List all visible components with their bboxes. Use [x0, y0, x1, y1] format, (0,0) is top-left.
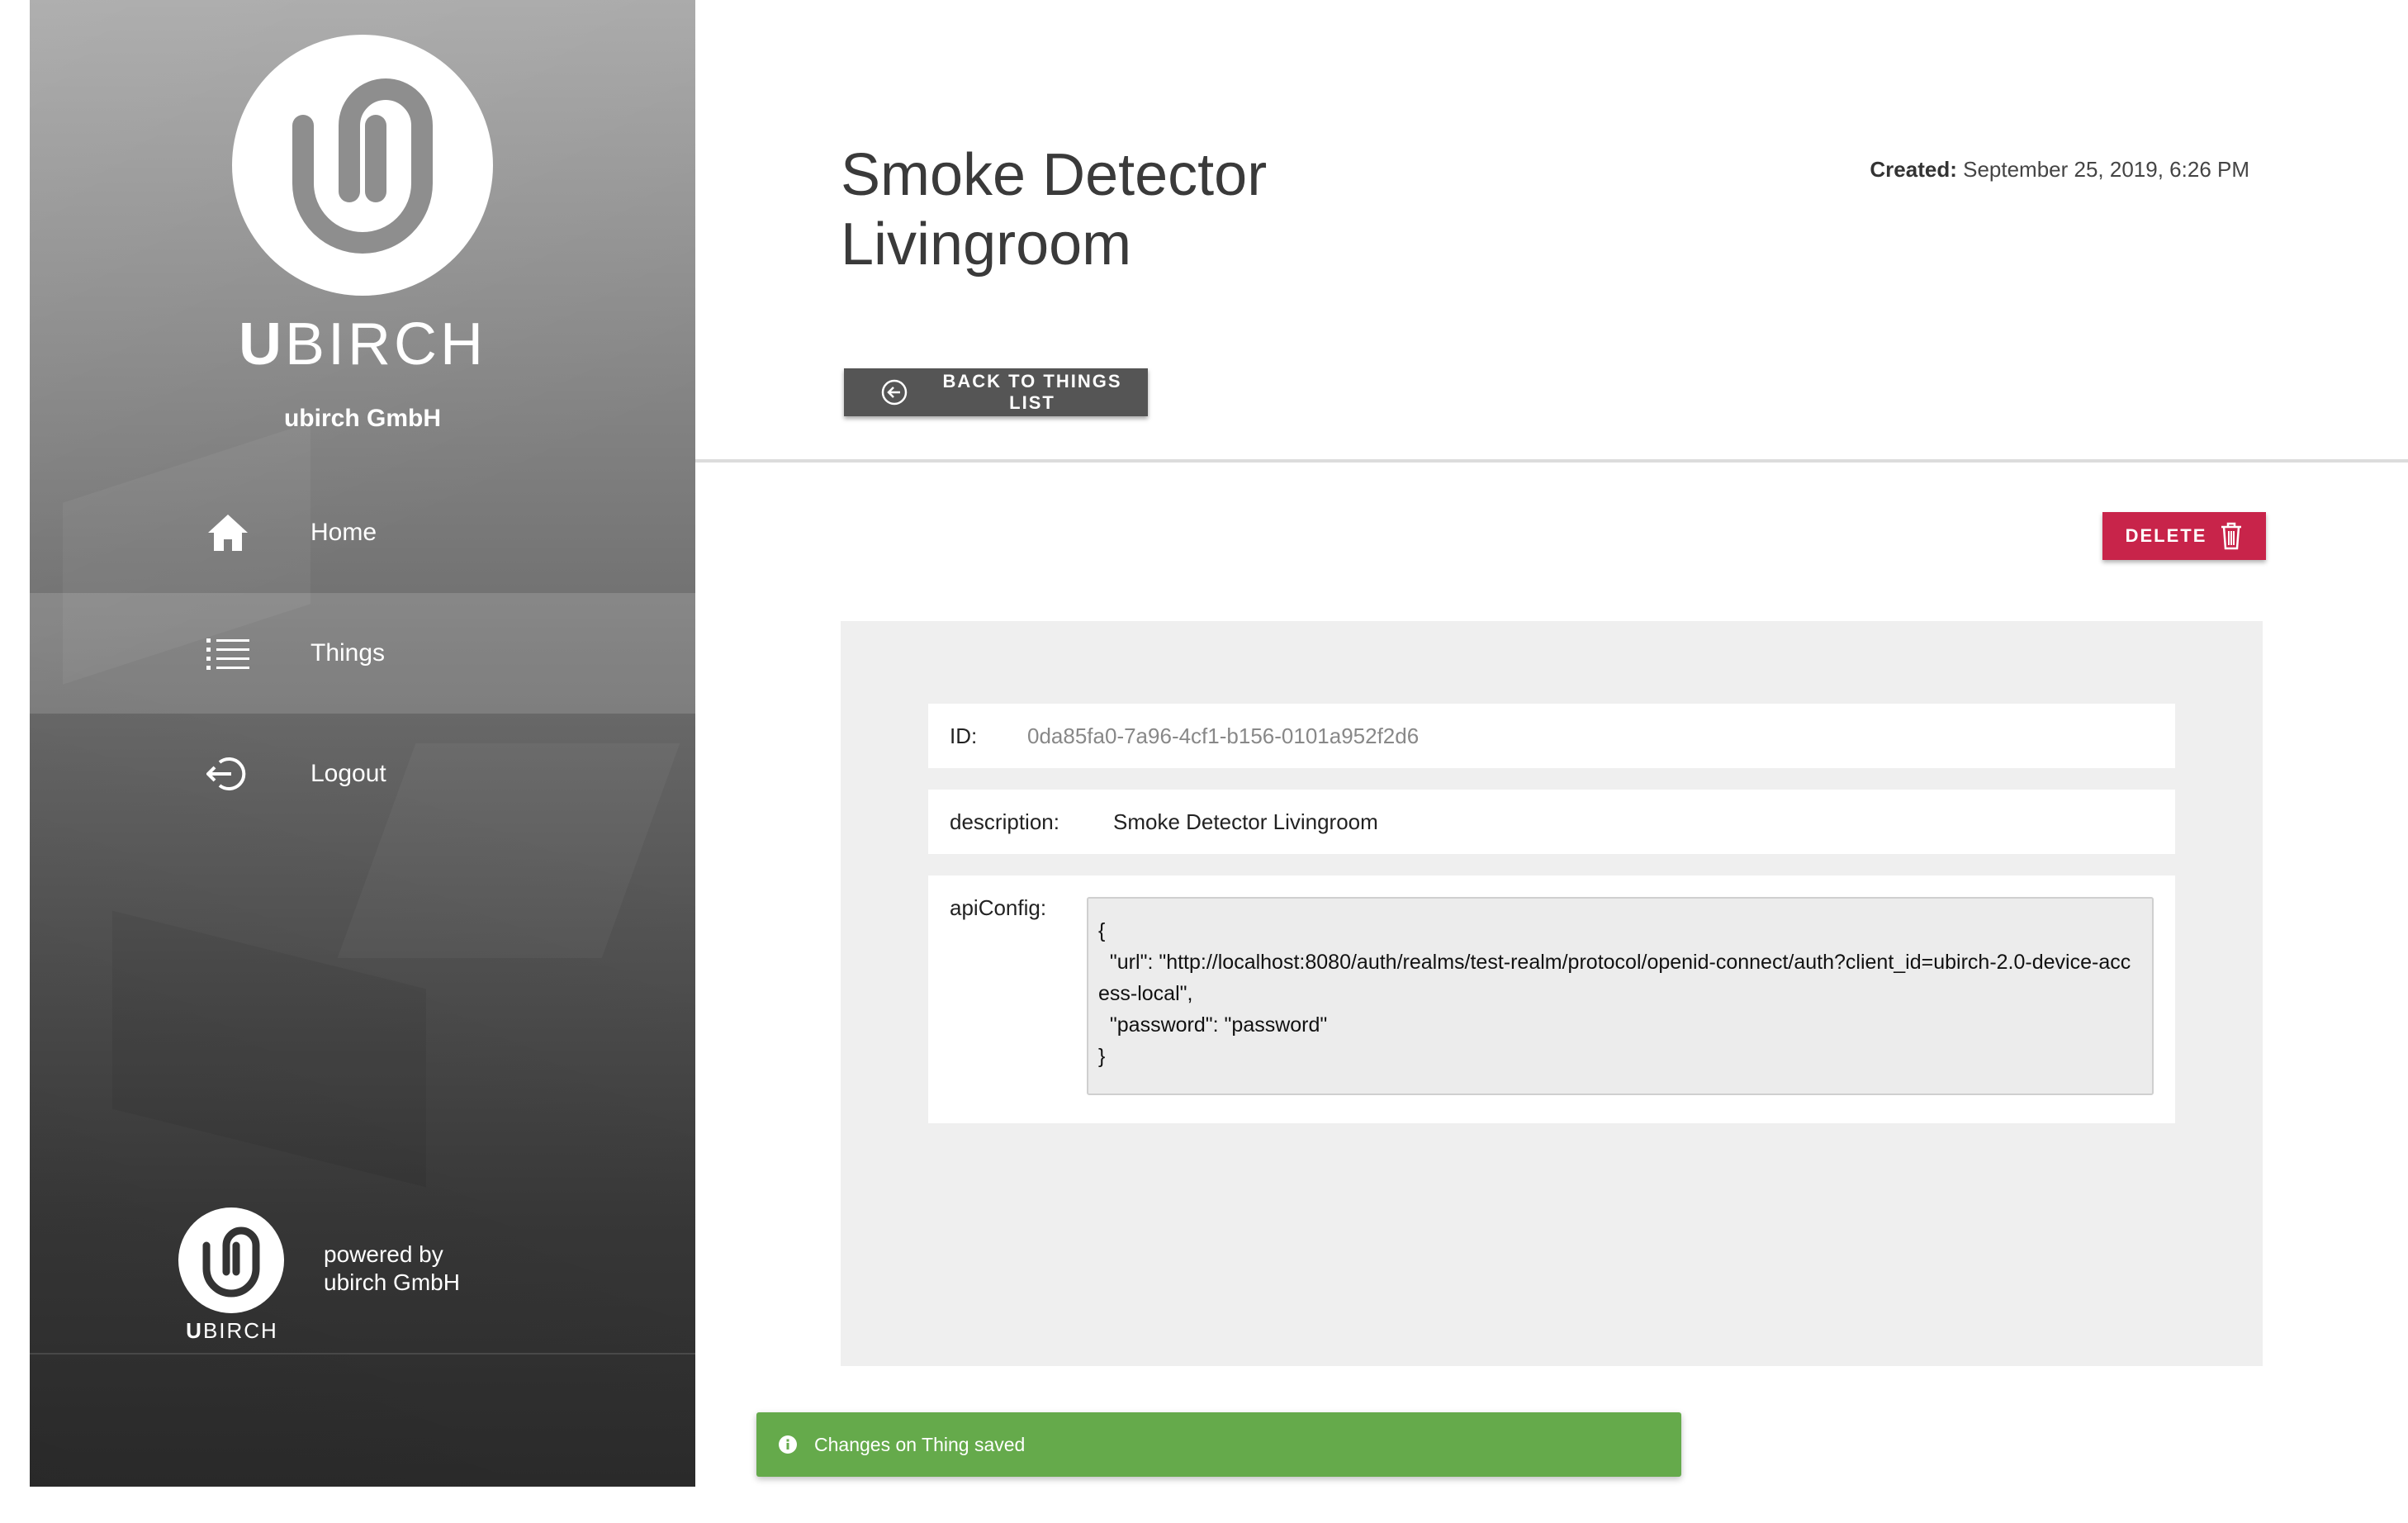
- sidebar-item-label: Things: [310, 639, 386, 667]
- footer-wordmark-rest: BIRCH: [202, 1318, 278, 1343]
- id-value: 0da85fa0-7a96-4cf1-b156-0101a952f2d6: [1027, 724, 1420, 748]
- created-timestamp: Created: September 25, 2019, 6:26 PM: [1870, 157, 2249, 183]
- created-value: September 25, 2019, 6:26 PM: [1963, 157, 2249, 182]
- sidebar-item-logout[interactable]: Logout: [30, 714, 695, 834]
- apiconfig-label: apiConfig:: [950, 895, 1047, 920]
- thing-header: Smoke Detector Livingroom Created: Septe…: [695, 0, 2408, 463]
- description-field-row[interactable]: description: Smoke Detector Livingroom: [928, 790, 2175, 854]
- brand-wordmark-rest: BIRCH: [284, 311, 486, 377]
- powered-by-line: powered by: [324, 1241, 443, 1267]
- organization-name: ubirch GmbH: [283, 405, 441, 432]
- success-toast[interactable]: Changes on Thing saved: [756, 1412, 1681, 1477]
- page-title: Smoke Detector Livingroom: [841, 142, 1268, 278]
- brand-wordmark-bold: U: [238, 311, 285, 377]
- list-icon: [203, 629, 253, 678]
- home-icon: [203, 508, 253, 557]
- delete-button[interactable]: DELETE: [2102, 512, 2266, 560]
- back-to-things-list-button[interactable]: BACK TO THINGS LIST: [844, 368, 1148, 416]
- toast-message: Changes on Thing saved: [814, 1433, 1026, 1455]
- sidebar-item-label: Home: [310, 519, 377, 546]
- ubirch-logo-icon: [202, 1226, 260, 1298]
- brand-wordmark: UBIRCH: [30, 311, 695, 378]
- powered-by-company: ubirch GmbH: [324, 1269, 460, 1295]
- footer-divider: [30, 1353, 695, 1355]
- id-field-row: ID: 0da85fa0-7a96-4cf1-b156-0101a952f2d6: [928, 704, 2175, 768]
- sidebar-item-things[interactable]: Things: [30, 593, 695, 714]
- footer-wordmark-bold: U: [186, 1318, 203, 1343]
- apiconfig-textarea[interactable]: { "url": "http://localhost:8080/auth/rea…: [1087, 897, 2154, 1095]
- powered-by-text: powered by ubirch GmbH: [324, 1241, 460, 1297]
- back-arrow-circle-icon: [880, 378, 908, 406]
- back-button-label: BACK TO THINGS LIST: [942, 371, 1122, 413]
- sidebar-item-label: Logout: [310, 760, 386, 787]
- trash-icon: [2220, 522, 2243, 550]
- id-label: ID:: [950, 724, 978, 748]
- sidebar-item-home[interactable]: Home: [30, 472, 695, 593]
- logout-icon: [203, 749, 253, 799]
- footer-wordmark: UBIRCH: [154, 1318, 310, 1344]
- description-field[interactable]: Smoke Detector Livingroom: [1113, 809, 1378, 835]
- delete-button-label: DELETE: [2125, 525, 2207, 546]
- sidebar: UBIRCH ubirch GmbH Home Things Logout UB…: [30, 0, 695, 1487]
- apiconfig-field-row: apiConfig: { "url": "http://localhost:80…: [928, 875, 2175, 1123]
- created-label: Created:: [1870, 157, 1957, 182]
- footer-ubirch-logo: [178, 1207, 284, 1313]
- thing-details-panel: ID: 0da85fa0-7a96-4cf1-b156-0101a952f2d6…: [841, 621, 2263, 1366]
- ubirch-logo[interactable]: [232, 35, 493, 296]
- info-icon: [778, 1435, 798, 1454]
- description-label: description:: [950, 809, 1059, 834]
- ubirch-logo-icon: [292, 78, 433, 254]
